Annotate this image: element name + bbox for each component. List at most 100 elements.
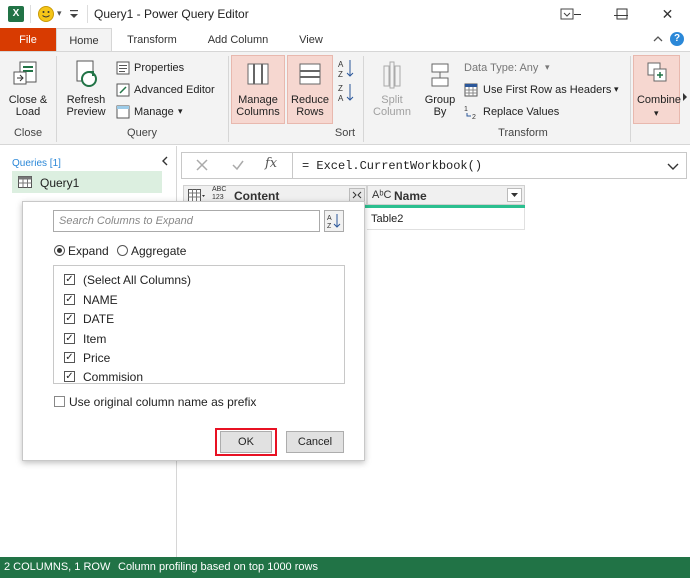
aggregate-label: Aggregate bbox=[131, 244, 187, 258]
excel-logo-icon: X bbox=[8, 6, 24, 22]
advanced-editor-icon bbox=[116, 83, 130, 97]
expand-formula-icon[interactable] bbox=[666, 159, 680, 173]
collapse-pane-icon[interactable] bbox=[159, 155, 171, 167]
tab-home[interactable]: Home bbox=[56, 28, 112, 52]
chevron-down-icon: ▾ bbox=[545, 62, 550, 72]
sort-ascending-icon[interactable]: AZ bbox=[338, 58, 354, 80]
table-cell[interactable]: Table2 bbox=[367, 208, 525, 230]
group-transform-label: Transform bbox=[498, 127, 548, 139]
confirm-formula-icon[interactable] bbox=[231, 158, 245, 172]
query-item[interactable]: Query1 bbox=[12, 171, 162, 193]
first-row-headers-label: Use First Row as Headers bbox=[483, 84, 612, 96]
list-item[interactable]: ✓ DATE bbox=[63, 310, 333, 327]
smiley-feedback-icon[interactable] bbox=[38, 6, 54, 22]
close-load-icon bbox=[13, 61, 37, 85]
split-column-button[interactable]: Split Column bbox=[368, 56, 416, 124]
chevron-down-icon: ▾ bbox=[614, 84, 619, 94]
list-item[interactable]: ✓ (Select All Columns) bbox=[63, 271, 333, 288]
svg-text:2: 2 bbox=[472, 114, 476, 120]
advanced-editor-label: Advanced Editor bbox=[134, 84, 215, 96]
cell-value: Table2 bbox=[371, 213, 404, 225]
close-load-button[interactable]: Close & Load bbox=[4, 56, 48, 124]
table-icon bbox=[18, 176, 32, 188]
data-type-dropdown[interactable]: Data Type: Any ▾ bbox=[464, 61, 564, 77]
formula-input[interactable]: = Excel.CurrentWorkbook() bbox=[302, 159, 482, 173]
search-placeholder: Search Columns to Expand bbox=[59, 215, 193, 227]
column-option-label: DATE bbox=[83, 312, 115, 326]
status-row-count: 2 COLUMNS, 1 ROW bbox=[4, 561, 111, 573]
radio-checked-icon bbox=[54, 245, 65, 256]
list-item[interactable]: ✓ Price bbox=[63, 349, 333, 366]
close-load-label: Close & Load bbox=[8, 94, 48, 118]
sort-columns-button[interactable]: AZ bbox=[324, 210, 344, 232]
tab-add-column[interactable]: Add Column bbox=[196, 28, 280, 52]
minimize-area[interactable] bbox=[552, 0, 598, 28]
sort-descending-icon[interactable]: ZA bbox=[338, 82, 354, 104]
smiley-dropdown-icon[interactable]: ▾ bbox=[57, 8, 62, 19]
close-window-button[interactable]: ✕ bbox=[645, 0, 690, 28]
expand-radio[interactable]: Expand bbox=[53, 243, 115, 259]
checkbox-checked-icon: ✓ bbox=[64, 371, 75, 382]
title-divider bbox=[87, 5, 88, 23]
svg-text:Z: Z bbox=[338, 70, 343, 79]
help-icon[interactable]: ? bbox=[670, 32, 684, 46]
cancel-button[interactable]: Cancel bbox=[286, 431, 344, 453]
data-type-label: Data Type: Any bbox=[464, 62, 539, 74]
use-first-row-as-headers-button[interactable]: Use First Row as Headers ▾ bbox=[464, 82, 624, 100]
customize-qat-icon[interactable] bbox=[68, 7, 80, 21]
fx-label: fx bbox=[265, 156, 278, 171]
replace-values-button[interactable]: 12 Replace Values bbox=[464, 104, 574, 122]
column-list: ✓ (Select All Columns) ✓ NAME ✓ DATE ✓ I… bbox=[53, 265, 345, 384]
filter-dropdown-icon[interactable] bbox=[507, 188, 522, 202]
column-option-label: Commision bbox=[83, 370, 144, 384]
ribbon-tabs: File Home Transform Add Column View ? bbox=[0, 28, 690, 52]
manage-columns-icon bbox=[247, 63, 269, 85]
column-type-icon: ABC 123 bbox=[212, 186, 227, 201]
aggregate-radio[interactable]: Aggregate bbox=[116, 243, 196, 259]
checkbox-checked-icon: ✓ bbox=[64, 294, 75, 305]
properties-button[interactable]: Properties bbox=[116, 60, 226, 78]
collapse-ribbon-icon[interactable] bbox=[652, 33, 664, 45]
group-sort-label: Sort bbox=[334, 127, 356, 139]
svg-text:A: A bbox=[338, 94, 344, 103]
search-columns-input[interactable]: Search Columns to Expand bbox=[53, 210, 320, 232]
split-column-label: Split Column bbox=[373, 94, 411, 118]
group-divider bbox=[363, 56, 364, 142]
manage-icon bbox=[116, 105, 130, 119]
title-divider bbox=[30, 5, 31, 23]
list-item[interactable]: ✓ NAME bbox=[63, 291, 333, 308]
tab-transform[interactable]: Transform bbox=[114, 28, 190, 52]
expand-column-icon[interactable] bbox=[349, 188, 365, 202]
group-divider bbox=[56, 56, 57, 142]
cancel-formula-icon[interactable] bbox=[195, 158, 209, 172]
manage-button[interactable]: Manage ▾ bbox=[116, 104, 196, 122]
query-name: Query1 bbox=[40, 176, 80, 190]
expand-label: Expand bbox=[68, 244, 109, 258]
list-item[interactable]: ✓ Commision bbox=[63, 369, 333, 384]
prefix-checkbox[interactable]: Use original column name as prefix bbox=[53, 394, 263, 410]
list-item[interactable]: ✓ Item bbox=[63, 330, 333, 347]
status-profiling: Column profiling based on top 1000 rows bbox=[118, 561, 318, 573]
refresh-preview-button[interactable]: Refresh Preview bbox=[60, 56, 112, 124]
checkbox-checked-icon: ✓ bbox=[64, 333, 75, 344]
group-by-button[interactable]: Group By bbox=[418, 56, 462, 124]
refresh-preview-label: Refresh Preview bbox=[66, 94, 106, 118]
manage-label: Manage bbox=[134, 106, 174, 118]
window-title: Query1 - Power Query Editor bbox=[94, 7, 249, 21]
reduce-rows-button[interactable]: Reduce Rows bbox=[287, 55, 333, 124]
column-name-name: Name bbox=[394, 189, 427, 203]
column-type-icon: AᵇC bbox=[372, 189, 392, 201]
tab-view[interactable]: View bbox=[288, 28, 334, 52]
ok-button[interactable]: OK bbox=[220, 431, 272, 453]
ribbon-display-options-icon[interactable] bbox=[560, 7, 574, 21]
combine-button[interactable]: Combine ▾ bbox=[633, 55, 681, 124]
ribbon-scroll-right-icon[interactable] bbox=[681, 90, 689, 104]
column-header-name[interactable]: AᵇC Name bbox=[367, 185, 525, 205]
advanced-editor-button[interactable]: Advanced Editor bbox=[116, 82, 228, 100]
reduce-rows-label: Reduce Rows bbox=[291, 94, 329, 118]
column-option-label: Price bbox=[83, 351, 111, 365]
maximize-button[interactable] bbox=[599, 0, 645, 28]
tab-file[interactable]: File bbox=[0, 28, 56, 52]
manage-columns-button[interactable]: Manage Columns bbox=[231, 55, 285, 124]
split-column-icon bbox=[383, 61, 401, 89]
